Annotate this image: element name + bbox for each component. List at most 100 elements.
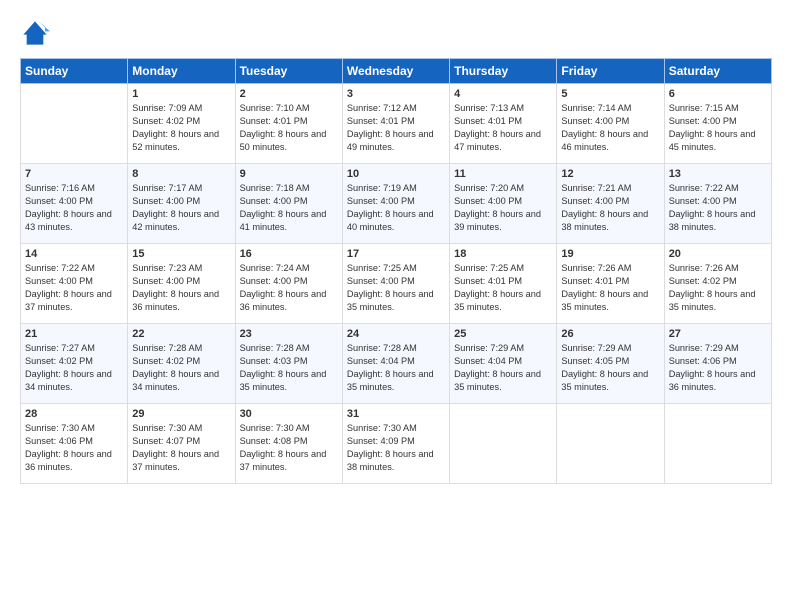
cell-info: Sunrise: 7:23 AMSunset: 4:00 PMDaylight:… (132, 262, 230, 314)
cell-info: Sunrise: 7:25 AMSunset: 4:01 PMDaylight:… (454, 262, 552, 314)
day-number: 20 (669, 248, 767, 260)
day-number: 26 (561, 328, 659, 340)
calendar-cell: 18 Sunrise: 7:25 AMSunset: 4:01 PMDayligh… (450, 244, 557, 324)
week-row-1: 1Sunrise: 7:09 AMSunset: 4:02 PMDaylight… (21, 84, 772, 164)
col-header-sunday: Sunday (21, 59, 128, 84)
calendar-cell: 26 Sunrise: 7:29 AMSunset: 4:05 PMDayligh… (557, 324, 664, 404)
cell-info: Sunrise: 7:26 AMSunset: 4:01 PMDaylight:… (561, 262, 659, 314)
day-number: 21 (25, 328, 123, 340)
calendar-cell: 31Sunrise: 7:30 AMSunset: 4:09 PMDayligh… (342, 404, 449, 484)
calendar-cell: 3 Sunrise: 7:12 AMSunset: 4:01 PMDaylight… (342, 84, 449, 164)
calendar-cell: 5 Sunrise: 7:14 AMSunset: 4:00 PMDaylight… (557, 84, 664, 164)
day-number: 2 (240, 88, 338, 100)
calendar-cell: 23 Sunrise: 7:28 AMSunset: 4:03 PMDayligh… (235, 324, 342, 404)
cell-info: Sunrise: 7:30 AMSunset: 4:07 PMDaylight:… (132, 422, 230, 474)
cell-info: Sunrise: 7:29 AMSunset: 4:04 PMDaylight:… (454, 342, 552, 394)
calendar-cell: 29 Sunrise: 7:30 AMSunset: 4:07 PMDayligh… (128, 404, 235, 484)
cell-info: Sunrise: 7:25 AMSunset: 4:00 PMDaylight:… (347, 262, 445, 314)
day-number: 12 (561, 168, 659, 180)
day-number: 29 (132, 408, 230, 420)
day-number: 17 (347, 248, 445, 260)
col-header-friday: Friday (557, 59, 664, 84)
calendar-cell (557, 404, 664, 484)
calendar-cell (664, 404, 771, 484)
calendar-cell: 11Sunrise: 7:20 AMSunset: 4:00 PMDayligh… (450, 164, 557, 244)
cell-info: Sunrise: 7:26 AMSunset: 4:02 PMDaylight:… (669, 262, 767, 314)
day-number: 27 (669, 328, 767, 340)
day-number: 19 (561, 248, 659, 260)
col-header-monday: Monday (128, 59, 235, 84)
calendar-cell: 21 Sunrise: 7:27 AMSunset: 4:02 PMDayligh… (21, 324, 128, 404)
calendar-cell: 22 Sunrise: 7:28 AMSunset: 4:02 PMDayligh… (128, 324, 235, 404)
calendar-cell: 17 Sunrise: 7:25 AMSunset: 4:00 PMDayligh… (342, 244, 449, 324)
calendar-cell: 13 Sunrise: 7:22 AMSunset: 4:00 PMDayligh… (664, 164, 771, 244)
calendar-cell (21, 84, 128, 164)
calendar-table: SundayMondayTuesdayWednesdayThursdayFrid… (20, 58, 772, 484)
col-header-tuesday: Tuesday (235, 59, 342, 84)
calendar-cell (450, 404, 557, 484)
cell-info: Sunrise: 7:16 AMSunset: 4:00 PMDaylight:… (25, 182, 123, 234)
calendar-cell: 16 Sunrise: 7:24 AMSunset: 4:00 PMDayligh… (235, 244, 342, 324)
calendar-cell: 15 Sunrise: 7:23 AMSunset: 4:00 PMDayligh… (128, 244, 235, 324)
cell-info: Sunrise: 7:15 AMSunset: 4:00 PMDaylight:… (669, 102, 767, 154)
cell-info: Sunrise: 7:17 AMSunset: 4:00 PMDaylight:… (132, 182, 230, 234)
cell-info: Sunrise: 7:14 AMSunset: 4:00 PMDaylight:… (561, 102, 659, 154)
cell-info: Sunrise: 7:10 AMSunset: 4:01 PMDaylight:… (240, 102, 338, 154)
calendar-cell: 19 Sunrise: 7:26 AMSunset: 4:01 PMDayligh… (557, 244, 664, 324)
col-header-saturday: Saturday (664, 59, 771, 84)
day-number: 10 (347, 168, 445, 180)
cell-info: Sunrise: 7:30 AMSunset: 4:06 PMDaylight:… (25, 422, 123, 474)
cell-info: Sunrise: 7:28 AMSunset: 4:04 PMDaylight:… (347, 342, 445, 394)
day-number: 6 (669, 88, 767, 100)
week-row-5: 28 Sunrise: 7:30 AMSunset: 4:06 PMDayligh… (21, 404, 772, 484)
calendar-cell: 10 Sunrise: 7:19 AMSunset: 4:00 PMDayligh… (342, 164, 449, 244)
day-number: 13 (669, 168, 767, 180)
cell-info: Sunrise: 7:29 AMSunset: 4:06 PMDaylight:… (669, 342, 767, 394)
col-header-thursday: Thursday (450, 59, 557, 84)
cell-info: Sunrise: 7:29 AMSunset: 4:05 PMDaylight:… (561, 342, 659, 394)
page: SundayMondayTuesdayWednesdayThursdayFrid… (0, 0, 792, 612)
day-number: 22 (132, 328, 230, 340)
week-row-4: 21 Sunrise: 7:27 AMSunset: 4:02 PMDayligh… (21, 324, 772, 404)
day-number: 23 (240, 328, 338, 340)
logo (20, 18, 54, 48)
cell-info: Sunrise: 7:30 AMSunset: 4:08 PMDaylight:… (240, 422, 338, 474)
cell-info: Sunrise: 7:18 AMSunset: 4:00 PMDaylight:… (240, 182, 338, 234)
cell-info: Sunrise: 7:12 AMSunset: 4:01 PMDaylight:… (347, 102, 445, 154)
cell-info: Sunrise: 7:21 AMSunset: 4:00 PMDaylight:… (561, 182, 659, 234)
calendar-cell: 6 Sunrise: 7:15 AMSunset: 4:00 PMDaylight… (664, 84, 771, 164)
day-number: 5 (561, 88, 659, 100)
day-number: 3 (347, 88, 445, 100)
cell-info: Sunrise: 7:28 AMSunset: 4:03 PMDaylight:… (240, 342, 338, 394)
cell-info: Sunrise: 7:28 AMSunset: 4:02 PMDaylight:… (132, 342, 230, 394)
cell-info: Sunrise: 7:27 AMSunset: 4:02 PMDaylight:… (25, 342, 123, 394)
cell-info: Sunrise: 7:13 AMSunset: 4:01 PMDaylight:… (454, 102, 552, 154)
day-number: 24 (347, 328, 445, 340)
col-header-wednesday: Wednesday (342, 59, 449, 84)
calendar-cell: 9Sunrise: 7:18 AMSunset: 4:00 PMDaylight… (235, 164, 342, 244)
day-number: 15 (132, 248, 230, 260)
day-number: 16 (240, 248, 338, 260)
calendar-cell: 14Sunrise: 7:22 AMSunset: 4:00 PMDayligh… (21, 244, 128, 324)
day-number: 28 (25, 408, 123, 420)
calendar-cell: 2 Sunrise: 7:10 AMSunset: 4:01 PMDaylight… (235, 84, 342, 164)
day-number: 11 (454, 168, 552, 180)
week-row-2: 7Sunrise: 7:16 AMSunset: 4:00 PMDaylight… (21, 164, 772, 244)
calendar-cell: 20 Sunrise: 7:26 AMSunset: 4:02 PMDayligh… (664, 244, 771, 324)
cell-info: Sunrise: 7:24 AMSunset: 4:00 PMDaylight:… (240, 262, 338, 314)
calendar-cell: 30Sunrise: 7:30 AMSunset: 4:08 PMDayligh… (235, 404, 342, 484)
calendar-cell: 1Sunrise: 7:09 AMSunset: 4:02 PMDaylight… (128, 84, 235, 164)
calendar-cell: 4 Sunrise: 7:13 AMSunset: 4:01 PMDaylight… (450, 84, 557, 164)
day-number: 4 (454, 88, 552, 100)
calendar-cell: 25Sunrise: 7:29 AMSunset: 4:04 PMDayligh… (450, 324, 557, 404)
calendar-cell: 8 Sunrise: 7:17 AMSunset: 4:00 PMDaylight… (128, 164, 235, 244)
cell-info: Sunrise: 7:30 AMSunset: 4:09 PMDaylight:… (347, 422, 445, 474)
day-number: 8 (132, 168, 230, 180)
calendar-cell: 28 Sunrise: 7:30 AMSunset: 4:06 PMDayligh… (21, 404, 128, 484)
cell-info: Sunrise: 7:22 AMSunset: 4:00 PMDaylight:… (669, 182, 767, 234)
cell-info: Sunrise: 7:19 AMSunset: 4:00 PMDaylight:… (347, 182, 445, 234)
day-number: 18 (454, 248, 552, 260)
header-row: SundayMondayTuesdayWednesdayThursdayFrid… (21, 59, 772, 84)
cell-info: Sunrise: 7:22 AMSunset: 4:00 PMDaylight:… (25, 262, 123, 314)
calendar-cell: 12 Sunrise: 7:21 AMSunset: 4:00 PMDayligh… (557, 164, 664, 244)
